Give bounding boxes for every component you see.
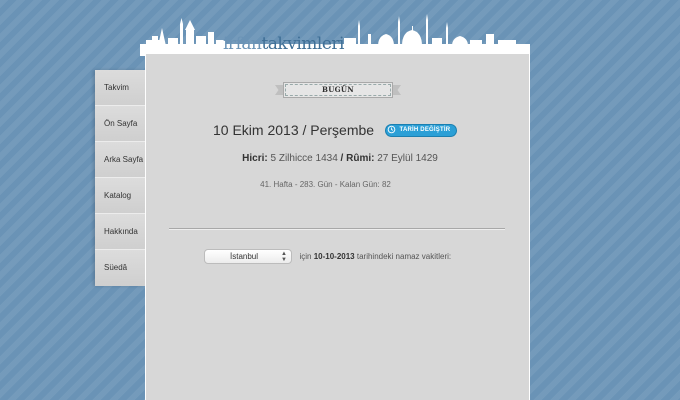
today-ribbon-label: BUGÜN — [283, 82, 393, 98]
main-content-panel — [145, 54, 530, 400]
rumi-value: 27 Eylül 1429 — [377, 153, 438, 164]
change-date-button[interactable]: TARİH DEĞİŞTİR — [384, 123, 458, 137]
nav-item-hakkinda[interactable]: Hakkında — [95, 214, 145, 250]
today-ribbon: BUGÜN — [275, 82, 401, 98]
hijri-label: Hicri: — [242, 153, 268, 164]
nav-item-on-sayfa[interactable]: Ön Sayfa — [95, 106, 145, 142]
site-logo[interactable]: irfantakvimleri — [223, 35, 344, 53]
prayer-text-post: tarihindeki namaz vakitleri: — [356, 252, 452, 262]
nav-item-sueda[interactable]: Süedâ — [95, 250, 145, 286]
section-divider — [169, 228, 505, 230]
prayer-date: 10-10-2013 — [313, 252, 355, 262]
date-separator: / — [337, 153, 347, 164]
week-day-info: 41. Hafta - 283. Gün - Kalan Gün: 82 — [260, 180, 391, 189]
side-navigation: Takvim Ön Sayfa Arka Sayfa Katalog Hakkı… — [95, 70, 145, 286]
current-date-text: 10 Ekim 2013 / Perşembe — [213, 122, 375, 138]
current-date-row: 10 Ekim 2013 / Perşembe TARİH DEĞİŞTİR — [213, 121, 458, 139]
rumi-label: Rûmi: — [346, 153, 375, 164]
logo-text-irfan: irfan — [223, 34, 262, 54]
clock-icon — [387, 125, 395, 133]
prayer-times-caption: için 10-10-2013 tarihindeki namaz vakitl… — [299, 252, 451, 261]
prayer-times-row: İstanbul ▲ ▼ için 10-10-2013 tarihindeki … — [204, 248, 451, 266]
change-date-label: TARİH DEĞİŞTİR — [399, 126, 451, 133]
hijri-value: 5 Zilhicce 1434 — [270, 153, 338, 164]
prayer-text-pre: için — [299, 252, 312, 262]
hijri-rumi-dates: Hicri: 5 Zilhicce 1434 / Rûmi: 27 Eylül … — [0, 153, 680, 164]
select-arrows-icon: ▲ ▼ — [281, 251, 287, 264]
nav-item-takvim[interactable]: Takvim — [95, 70, 145, 106]
city-select[interactable]: İstanbul ▲ ▼ — [204, 249, 292, 265]
city-select-value: İstanbul — [230, 252, 259, 262]
logo-text-takvimleri: takvimleri — [261, 34, 344, 54]
